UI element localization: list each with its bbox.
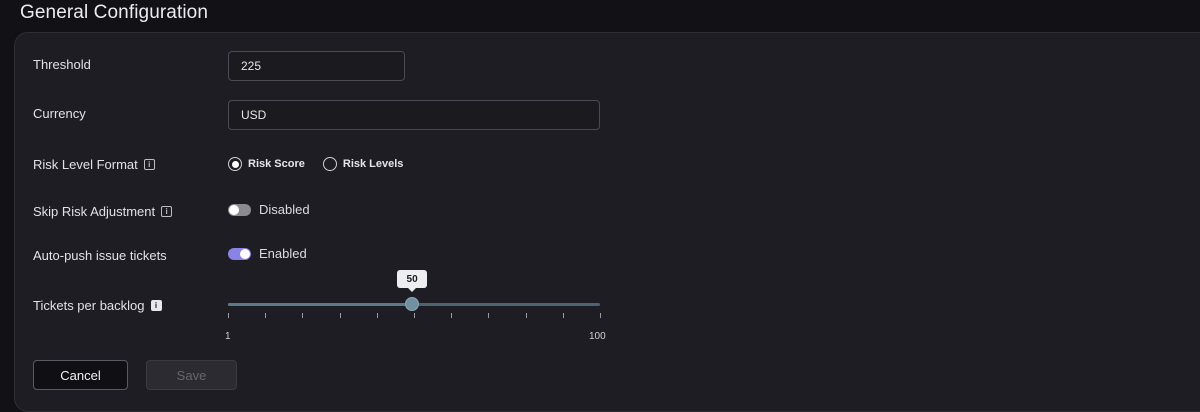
slider-tick <box>376 313 378 318</box>
info-icon[interactable]: i <box>161 206 173 217</box>
page-title: General Configuration <box>20 2 208 23</box>
skip-risk-adjustment-state: Disabled <box>259 202 310 217</box>
save-button[interactable]: Save <box>146 360 237 390</box>
radio-risk-score[interactable]: Risk Score <box>228 157 305 171</box>
auto-push-toggle-row: Enabled <box>228 246 307 261</box>
config-panel <box>14 32 1200 412</box>
slider-tick <box>600 313 601 318</box>
radio-risk-score-label: Risk Score <box>248 158 305 170</box>
currency-input[interactable] <box>228 100 600 130</box>
tickets-per-backlog-slider[interactable]: 50 <box>228 270 601 318</box>
slider-tick <box>488 313 490 318</box>
radio-unselected-icon <box>322 157 337 171</box>
tickets-per-backlog-label-text: Tickets per backlog <box>33 298 145 313</box>
skip-risk-adjustment-toggle[interactable] <box>228 203 251 216</box>
auto-push-state: Enabled <box>259 246 307 261</box>
slider-value-tooltip: 50 <box>397 270 428 292</box>
radio-risk-levels[interactable]: Risk Levels <box>322 157 404 171</box>
slider-tick <box>525 313 527 318</box>
slider-fill <box>228 303 413 306</box>
currency-label: Currency <box>33 106 86 121</box>
slider-tick <box>451 313 453 318</box>
slider-tick <box>302 313 304 318</box>
slider-max-label: 100 <box>589 331 606 342</box>
slider-tick <box>265 313 267 318</box>
threshold-input[interactable] <box>228 51 405 81</box>
slider-tick <box>562 313 564 318</box>
threshold-label: Threshold <box>33 57 91 72</box>
radio-selected-icon <box>228 157 242 171</box>
threshold-label-text: Threshold <box>33 57 91 72</box>
radio-risk-levels-label: Risk Levels <box>342 158 404 170</box>
skip-risk-adjustment-toggle-row: Disabled <box>228 202 310 217</box>
cancel-button[interactable]: Cancel <box>33 360 128 390</box>
slider-tick <box>228 313 229 318</box>
slider-tick <box>414 313 415 318</box>
tickets-per-backlog-label: Tickets per backlog i <box>33 298 162 313</box>
risk-level-format-label: Risk Level Format i <box>33 157 155 172</box>
skip-risk-adjustment-label: Skip Risk Adjustment i <box>33 204 173 219</box>
auto-push-label: Auto-push issue tickets <box>33 248 167 263</box>
slider-tick <box>339 313 341 318</box>
risk-level-format-label-text: Risk Level Format <box>33 157 138 172</box>
slider-thumb[interactable] <box>405 297 420 311</box>
currency-label-text: Currency <box>33 106 86 121</box>
risk-level-format-radio-group: Risk Score Risk Levels <box>228 157 403 171</box>
auto-push-label-text: Auto-push issue tickets <box>33 248 167 263</box>
slider-min-label: 1 <box>225 331 231 342</box>
info-icon[interactable]: i <box>143 159 155 170</box>
skip-risk-adjustment-label-text: Skip Risk Adjustment <box>33 204 156 219</box>
auto-push-toggle[interactable] <box>228 247 251 260</box>
info-icon[interactable]: i <box>150 300 162 311</box>
